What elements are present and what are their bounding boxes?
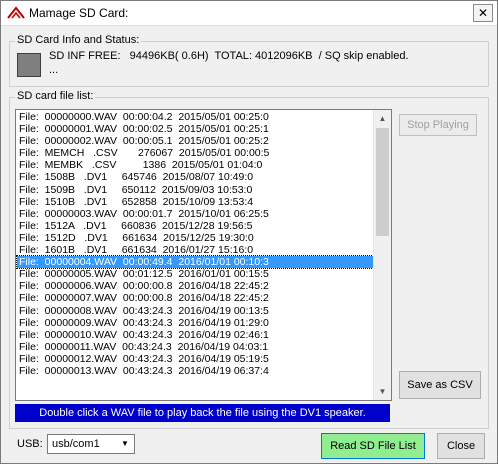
file-list-item[interactable]: File: 00000006.WAV 00:00:00.8 2016/04/18… [17,280,373,292]
file-list-item[interactable]: File: 00000011.WAV 00:43:24.3 2016/04/19… [17,341,373,353]
stop-playing-button[interactable]: Stop Playing [399,114,477,136]
file-list-item[interactable]: File: 00000008.WAV 00:43:24.3 2016/04/19… [17,305,373,317]
close-window-icon[interactable]: ✕ [473,4,493,22]
file-list-item[interactable]: File: 1512D .DV1 661634 2015/12/25 19:30… [17,232,373,244]
status-detail-text: ... [49,64,59,76]
file-list-rows: File: 00000000.WAV 00:00:04.2 2015/05/01… [16,111,374,377]
file-list-item[interactable]: File: 00000010.WAV 00:43:24.3 2016/04/19… [17,329,373,341]
save-as-csv-button[interactable]: Save as CSV [399,371,481,399]
window-title: Mamage SD Card: [29,6,129,20]
file-list-item[interactable]: File: 00000004.WAV 00:00:49.4 2016/01/01… [16,255,374,270]
file-list-item[interactable]: File: 00000003.WAV 00:00:01.7 2015/10/01… [17,208,373,220]
file-list-legend: SD card file list: [15,90,96,102]
file-list-item[interactable]: File: 00000000.WAV 00:00:04.2 2015/05/01… [17,111,373,123]
file-list-item[interactable]: File: 00000002.WAV 00:00:05.1 2015/05/01… [17,135,373,147]
file-list-item[interactable]: File: 00000013.WAV 00:43:24.3 2016/04/19… [17,365,373,377]
file-list-item[interactable]: File: MEMCH .CSV 276067 2015/05/01 00:00… [17,147,373,159]
title-bar: Mamage SD Card: ✕ [1,1,497,26]
usb-label: USB: [17,438,43,450]
file-list-item[interactable]: File: 1510B .DV1 652858 2015/10/09 13:53… [17,196,373,208]
file-list-item[interactable]: File: 00000001.WAV 00:00:02.5 2015/05/01… [17,123,373,135]
read-sd-file-list-button[interactable]: Read SD File List [321,433,425,459]
chevron-down-icon[interactable]: ▼ [118,437,132,451]
file-list-item[interactable]: File: 1508B .DV1 645746 2015/08/07 10:49… [17,171,373,183]
scroll-down-icon[interactable]: ▼ [374,383,391,400]
file-list-item[interactable]: File: 00000012.WAV 00:43:24.3 2016/04/19… [17,353,373,365]
file-list-item[interactable]: File: 00000005.WAV 00:01:12.5 2016/01/01… [17,268,373,280]
file-list-item[interactable]: File: 1512A .DV1 660836 2015/12/28 19:56… [17,220,373,232]
file-list-item[interactable]: File: 1509B .DV1 650112 2015/09/03 10:53… [17,184,373,196]
file-list-item[interactable]: File: 00000009.WAV 00:43:24.3 2016/04/19… [17,317,373,329]
usb-port-value: usb/com1 [52,438,100,450]
status-group-legend: SD Card Info and Status: [15,34,142,46]
file-list-item[interactable]: File: 1601B .DV1 661634 2016/01/27 15:16… [17,244,373,256]
usb-port-select[interactable]: usb/com1 ▼ [47,434,135,454]
scroll-thumb[interactable] [376,128,389,236]
close-button[interactable]: Close [437,433,485,459]
app-logo-icon [7,6,25,19]
file-list-item[interactable]: File: 00000007.WAV 00:00:00.8 2016/04/18… [17,292,373,304]
playback-hint-banner: Double click a WAV file to play back the… [15,404,390,422]
scroll-up-icon[interactable]: ▲ [374,110,391,127]
vertical-scrollbar[interactable]: ▲ ▼ [373,110,391,400]
status-indicator [17,53,41,77]
status-group [9,41,489,87]
file-list-item[interactable]: File: MEMBK .CSV 1386 2015/05/01 01:04:0 [17,159,373,171]
manage-sd-card-window: Mamage SD Card: ✕ SD Card Info and Statu… [0,0,498,464]
sd-file-listbox[interactable]: File: 00000000.WAV 00:00:04.2 2015/05/01… [15,109,392,401]
sd-info-text: SD INF FREE: 94496KB( 0.6H) TOTAL: 40120… [49,50,409,62]
